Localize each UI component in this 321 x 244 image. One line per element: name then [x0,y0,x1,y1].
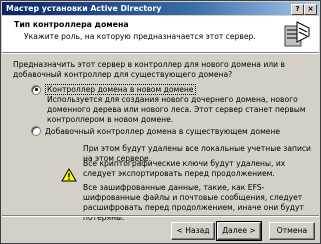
title-bar: Мастер установки Active Directory ? × [2,2,319,15]
option-new-domain-label[interactable]: Контроллер домена в новом домене [45,84,196,95]
option-new-domain[interactable]: Контроллер домена в новом домене [31,84,196,95]
option-additional-dc-label[interactable]: Добавочный контроллер домена в существую… [45,127,280,136]
server-domain-icon [284,21,310,47]
warning-text-keys: Все криптографические ключи будут удален… [83,159,286,178]
next-button[interactable]: Далее > [216,221,262,241]
wizard-header: Тип контроллера домена Укажите роль, на … [2,16,319,52]
option-additional-dc[interactable]: Добавочный контроллер домена в существую… [31,126,280,136]
close-button[interactable]: × [304,4,317,15]
warning-icon [61,168,77,182]
warning-text-encrypted: Все зашифрованные данные, такие, как EFS… [83,183,304,222]
header-separator [2,52,319,54]
wizard-window: Мастер установки Active Directory ? × Ти… [0,0,321,244]
back-button[interactable]: < Назад [171,222,215,240]
cancel-button[interactable]: Отмена [269,222,315,240]
footer-separator [2,215,319,217]
page-title: Тип контроллера домена [14,20,129,29]
radio-new-domain[interactable] [31,84,41,95]
radio-additional-dc[interactable] [31,126,41,136]
question-text: Предназначить этот сервер в контроллер д… [13,60,285,79]
help-button[interactable]: ? [291,4,304,15]
window-title: Мастер установки Active Directory [6,4,162,13]
option-new-domain-description: Используется для создания нового дочерне… [47,95,306,124]
page-subtitle: Укажите роль, на которую предназначается… [24,32,256,41]
